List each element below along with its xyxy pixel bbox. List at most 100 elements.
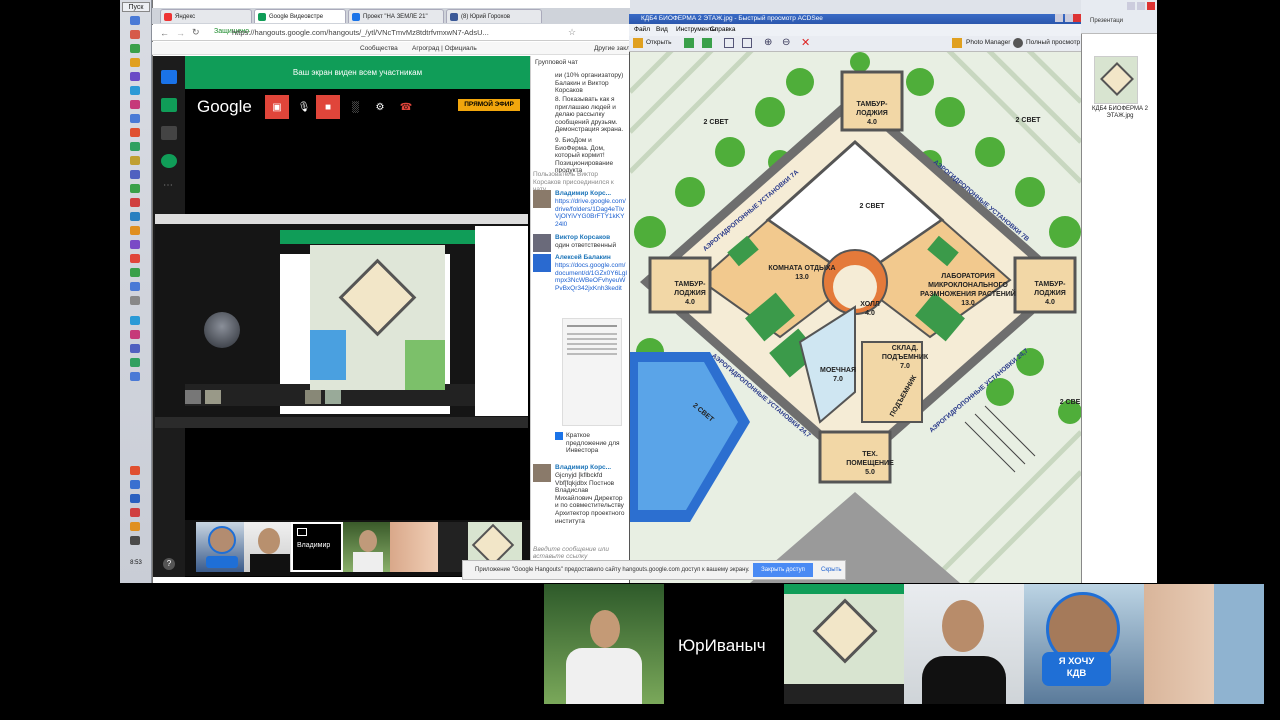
close-icon[interactable] xyxy=(1073,14,1081,22)
nested-plan-image xyxy=(310,245,445,390)
browser-tab[interactable]: (8) Юрий Горохов xyxy=(446,9,542,23)
screenshare-button[interactable]: ▣ xyxy=(265,95,289,119)
app-icon[interactable] xyxy=(130,268,140,277)
chat-author[interactable]: Алексей Балакин xyxy=(555,254,611,261)
app-icon[interactable] xyxy=(130,198,140,207)
calendar-icon[interactable] xyxy=(161,154,177,168)
photo-manager-button[interactable]: Photo Manager xyxy=(966,39,1010,46)
open-button[interactable]: Открыть xyxy=(646,39,672,46)
reload-icon[interactable]: ↻ xyxy=(192,27,200,38)
explorer-address[interactable]: Презентаци xyxy=(1090,18,1123,24)
participant-thumbnail[interactable] xyxy=(244,522,296,572)
chat-author[interactable]: Виктор Корсаков xyxy=(555,234,610,241)
mic-icon[interactable]: 🎙 xyxy=(292,95,316,119)
maximize-icon[interactable] xyxy=(1065,14,1073,22)
back-icon[interactable]: ← xyxy=(160,28,169,38)
hide-link[interactable]: Скрыть xyxy=(821,567,841,573)
maximize-icon[interactable] xyxy=(1137,2,1145,10)
app-icon[interactable] xyxy=(130,316,140,325)
help-icon[interactable]: ? xyxy=(163,558,175,570)
browser-tab[interactable]: Яндекс xyxy=(160,9,252,23)
start-button[interactable]: Пуск xyxy=(122,2,150,12)
forward-icon[interactable]: → xyxy=(176,28,185,38)
hangup-icon[interactable]: ☎ xyxy=(394,95,418,119)
more-icon[interactable]: ⋯ xyxy=(163,180,173,191)
participant-thumbnail[interactable] xyxy=(390,522,442,572)
app-icon[interactable] xyxy=(130,128,140,137)
app-icon[interactable] xyxy=(130,156,140,165)
browser-tab[interactable]: Google Видеовстре xyxy=(254,9,346,23)
chat-link[interactable]: https://docs.google.com/document/d/1GZx0… xyxy=(555,262,627,302)
menu-item[interactable]: Вид xyxy=(656,26,668,33)
chat-message: ии (10% организатору) Балакин и Виктор К… xyxy=(555,72,624,95)
app-icon[interactable] xyxy=(130,372,140,381)
app-icon[interactable] xyxy=(130,184,140,193)
app-icon[interactable] xyxy=(130,282,140,291)
chat-message: Gjcnyjd [kflbckfd Vbf[fqkjdbx Постнов Вл… xyxy=(555,472,625,525)
url-text[interactable]: https://hangouts.google.com/hangouts/_/y… xyxy=(232,28,552,39)
app-icon[interactable] xyxy=(130,296,140,305)
stop-sharing-button[interactable]: Закрыть доступ xyxy=(753,563,813,577)
chat-message[interactable]: Краткое предложение для Инвестора xyxy=(566,432,628,455)
app-icon[interactable] xyxy=(130,330,140,339)
prev-icon[interactable] xyxy=(684,38,694,48)
document-preview[interactable] xyxy=(562,318,622,426)
camera-off-button[interactable]: ■ xyxy=(316,95,340,119)
chat-link[interactable]: https://drive.google.com/drive/folders/1… xyxy=(555,198,627,228)
app-icon[interactable] xyxy=(130,466,140,475)
app-icon[interactable] xyxy=(130,170,140,179)
app-icon[interactable] xyxy=(130,240,140,249)
minimize-icon[interactable] xyxy=(1127,2,1135,10)
chat-author[interactable]: Владимир Корс... xyxy=(555,190,611,197)
file-name[interactable]: КДБ4 БИОФЕРМА 2 ЭТАЖ.jpg xyxy=(1086,106,1154,120)
menu-item[interactable]: Файл xyxy=(634,26,650,33)
app-icon[interactable] xyxy=(130,508,140,517)
badge-line: Я ХОЧУ xyxy=(1058,656,1095,667)
chat-icon[interactable] xyxy=(161,70,177,84)
app-icon[interactable] xyxy=(130,142,140,151)
app-icon[interactable] xyxy=(130,72,140,81)
app-icon[interactable] xyxy=(130,100,140,109)
next-icon[interactable] xyxy=(702,38,712,48)
live-broadcast-button[interactable]: ПРЯМОЙ ЭФИР xyxy=(458,99,520,111)
app-icon[interactable] xyxy=(130,86,140,95)
actual-size-icon[interactable] xyxy=(742,38,752,48)
zoom-out-icon[interactable]: ⊖ xyxy=(782,37,790,48)
apps-icon[interactable] xyxy=(161,126,177,140)
star-icon[interactable]: ☆ xyxy=(568,27,576,38)
file-thumbnail[interactable] xyxy=(1094,56,1138,104)
app-icon[interactable] xyxy=(130,226,140,235)
participant-thumbnail[interactable] xyxy=(343,522,395,572)
delete-icon[interactable]: ✕ xyxy=(801,36,810,49)
app-icon[interactable] xyxy=(130,58,140,67)
close-icon[interactable] xyxy=(1147,2,1155,10)
app-icon[interactable] xyxy=(130,212,140,221)
chat-input[interactable]: Введите сообщение или вставьте ссылку xyxy=(533,546,627,560)
zoom-in-icon[interactable]: ⊕ xyxy=(764,37,772,48)
settings-icon[interactable]: ⚙ xyxy=(368,95,392,119)
screenshare-icon[interactable] xyxy=(161,98,177,112)
participant-thumbnail[interactable] xyxy=(196,522,248,572)
bookmark-item[interactable]: Сообщества xyxy=(360,45,398,52)
fit-icon[interactable] xyxy=(724,38,734,48)
bookmark-item[interactable]: Агроград | Официаль xyxy=(412,45,477,52)
app-icon[interactable] xyxy=(130,522,140,531)
app-icon[interactable] xyxy=(130,536,140,545)
app-icon[interactable] xyxy=(130,480,140,489)
app-icon[interactable] xyxy=(130,494,140,503)
facebook-icon xyxy=(450,13,458,21)
app-icon[interactable] xyxy=(130,44,140,53)
app-icon[interactable] xyxy=(130,254,140,263)
chat-author[interactable]: Владимир Корс... xyxy=(555,464,611,471)
minimize-icon[interactable] xyxy=(1055,14,1063,22)
app-icon[interactable] xyxy=(130,30,140,39)
full-view-icon xyxy=(1013,38,1023,48)
full-view-button[interactable]: Полный просмотр xyxy=(1026,39,1080,46)
participant-video xyxy=(784,584,904,704)
app-icon[interactable] xyxy=(130,114,140,123)
app-icon[interactable] xyxy=(130,344,140,353)
menu-item[interactable]: Справка xyxy=(710,26,736,33)
app-icon[interactable] xyxy=(130,16,140,25)
app-icon[interactable] xyxy=(130,358,140,367)
browser-tab[interactable]: Проект "НА ЗЕМЛЕ 21" xyxy=(348,9,444,23)
